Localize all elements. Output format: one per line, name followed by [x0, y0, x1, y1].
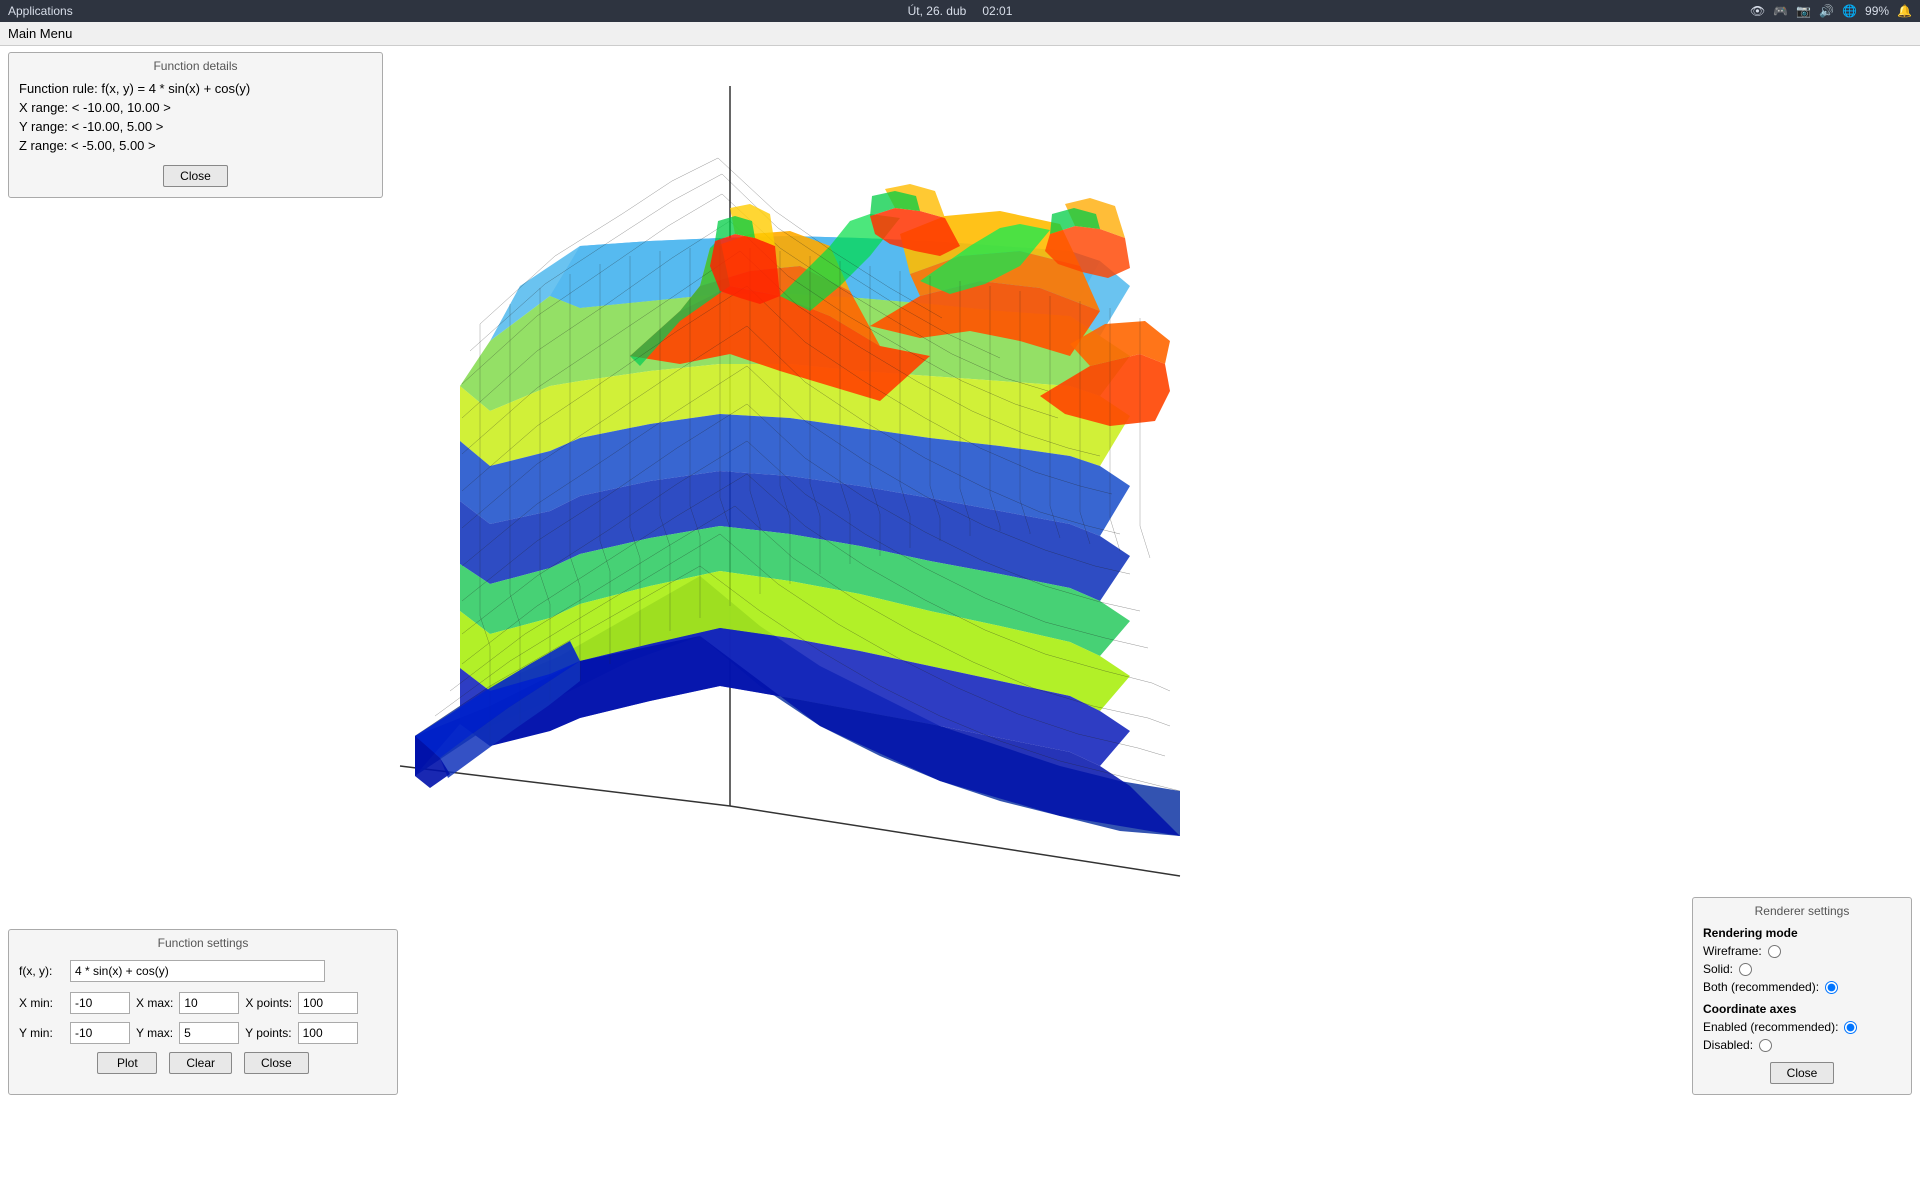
- function-settings-title: Function settings: [19, 936, 387, 950]
- axes-disabled-option: Disabled:: [1703, 1038, 1901, 1052]
- axes-enabled-label: Enabled (recommended):: [1703, 1020, 1838, 1034]
- function-rule-value: f(x, y) = 4 * sin(x) + cos(y): [101, 81, 250, 96]
- x-max-input[interactable]: [179, 992, 239, 1014]
- clear-button[interactable]: Clear: [169, 1052, 232, 1074]
- z-range-value: < -5.00, 5.00 >: [71, 138, 156, 153]
- renderer-close-button[interactable]: Close: [1770, 1062, 1835, 1084]
- wireframe-radio[interactable]: [1768, 945, 1781, 958]
- topbar-left: Applications: [8, 4, 73, 18]
- coordinate-axes-title: Coordinate axes: [1703, 1002, 1901, 1016]
- y-min-label: Y min:: [19, 1026, 64, 1040]
- topbar-center: Út, 26. dub 02:01: [908, 4, 1013, 18]
- fxy-row: f(x, y):: [19, 960, 387, 982]
- x-min-label: X min:: [19, 996, 64, 1010]
- function-settings-close-button[interactable]: Close: [244, 1052, 309, 1074]
- both-option: Both (recommended):: [1703, 980, 1901, 994]
- battery-label: 99%: [1865, 4, 1889, 18]
- z-range-label: Z range:: [19, 138, 67, 153]
- topbar: Applications Út, 26. dub 02:01 👁 🎮 📷 🔊 🌐…: [0, 0, 1920, 22]
- x-min-input[interactable]: [70, 992, 130, 1014]
- notification-icon[interactable]: 🔔: [1897, 4, 1912, 18]
- function-details-title: Function details: [19, 59, 372, 73]
- axes-enabled-option: Enabled (recommended):: [1703, 1020, 1901, 1034]
- solid-option: Solid:: [1703, 962, 1901, 976]
- y-range-value: < -10.00, 5.00 >: [72, 119, 164, 134]
- y-max-input[interactable]: [179, 1022, 239, 1044]
- plot-area: Function details Function rule: f(x, y) …: [0, 46, 1920, 1195]
- wireframe-label: Wireframe:: [1703, 944, 1762, 958]
- both-label: Both (recommended):: [1703, 980, 1819, 994]
- x-range-line: X range: < -10.00, 10.00 >: [19, 100, 372, 115]
- y-range-line: Y range: < -10.00, 5.00 >: [19, 119, 372, 134]
- x-points-input[interactable]: [298, 992, 358, 1014]
- solid-label: Solid:: [1703, 962, 1733, 976]
- axes-disabled-radio[interactable]: [1759, 1039, 1772, 1052]
- eye-icon[interactable]: 👁: [1750, 4, 1765, 18]
- topbar-time: 02:01: [982, 4, 1012, 18]
- y-max-label: Y max:: [136, 1026, 173, 1040]
- y-min-input[interactable]: [70, 1022, 130, 1044]
- x-range-value: < -10.00, 10.00 >: [72, 100, 171, 115]
- renderer-settings-panel: Renderer settings Rendering mode Wirefra…: [1692, 897, 1912, 1095]
- x-points-label: X points:: [245, 996, 292, 1010]
- both-radio[interactable]: [1825, 981, 1838, 994]
- main-menu-label[interactable]: Main Menu: [8, 26, 72, 41]
- plot-button[interactable]: Plot: [97, 1052, 157, 1074]
- function-settings-panel: Function settings f(x, y): X min: X max:…: [8, 929, 398, 1095]
- function-rule-label: Function rule:: [19, 81, 98, 96]
- renderer-settings-title: Renderer settings: [1703, 904, 1901, 918]
- solid-radio[interactable]: [1739, 963, 1752, 976]
- x-max-label: X max:: [136, 996, 173, 1010]
- action-buttons-row: Plot Clear Close: [19, 1052, 387, 1074]
- y-points-label: Y points:: [245, 1026, 291, 1040]
- fxy-input[interactable]: [70, 960, 325, 982]
- wireframe-option: Wireframe:: [1703, 944, 1901, 958]
- z-range-line: Z range: < -5.00, 5.00 >: [19, 138, 372, 153]
- applications-label[interactable]: Applications: [8, 4, 73, 18]
- fxy-label: f(x, y):: [19, 964, 64, 978]
- y-range-label: Y range:: [19, 119, 68, 134]
- axes-disabled-label: Disabled:: [1703, 1038, 1753, 1052]
- menubar: Main Menu: [0, 22, 1920, 46]
- network-icon[interactable]: 🌐: [1842, 4, 1857, 18]
- topbar-date: Út, 26. dub: [908, 4, 967, 18]
- volume-icon[interactable]: 🔊: [1819, 4, 1834, 18]
- axes-enabled-radio[interactable]: [1844, 1021, 1857, 1034]
- function-details-close-button[interactable]: Close: [163, 165, 228, 187]
- x-range-label: X range:: [19, 100, 68, 115]
- function-rule-line: Function rule: f(x, y) = 4 * sin(x) + co…: [19, 81, 372, 96]
- screenshot-icon[interactable]: 📷: [1796, 4, 1811, 18]
- y-points-input[interactable]: [298, 1022, 358, 1044]
- y-range-row: Y min: Y max: Y points:: [19, 1022, 387, 1044]
- x-range-row: X min: X max: X points:: [19, 992, 387, 1014]
- rendering-mode-title: Rendering mode: [1703, 926, 1901, 940]
- gamepad-icon[interactable]: 🎮: [1773, 4, 1788, 18]
- function-details-panel: Function details Function rule: f(x, y) …: [8, 52, 383, 198]
- topbar-right: 👁 🎮 📷 🔊 🌐 99% 🔔: [1750, 4, 1912, 18]
